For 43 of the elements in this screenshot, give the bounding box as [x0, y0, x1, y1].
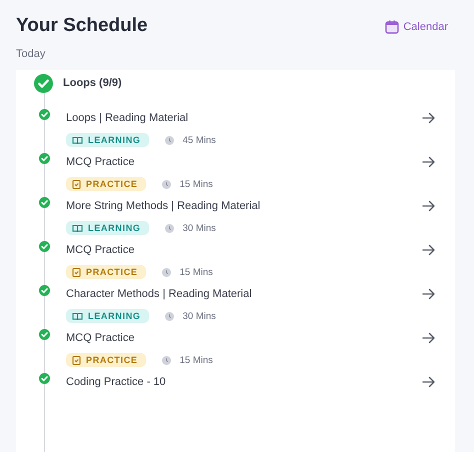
arrow-right-icon[interactable] — [422, 244, 436, 256]
item-title[interactable]: Loops | Reading Material — [66, 112, 188, 124]
clipboard-icon — [72, 179, 81, 189]
clock-icon — [164, 312, 174, 320]
category-tag: PRACTICE — [66, 353, 146, 367]
arrow-right-icon[interactable] — [422, 112, 436, 124]
clipboard-icon — [72, 267, 81, 277]
duration-text: 30 Mins — [182, 310, 216, 322]
calendar-link[interactable]: Calendar — [385, 20, 448, 34]
duration-text: 15 Mins — [180, 178, 213, 190]
group-title: Loops (9/9) — [63, 77, 122, 89]
item-title[interactable]: Character Methods | Reading Material — [66, 288, 252, 300]
arrow-right-icon[interactable] — [422, 288, 436, 300]
book-icon — [72, 312, 83, 320]
arrow-right-icon[interactable] — [422, 332, 436, 344]
item-title[interactable]: Coding Practice - 10 — [66, 376, 166, 388]
duration-text: 15 Mins — [180, 354, 213, 366]
clock-icon — [162, 268, 171, 276]
duration-text: 45 Mins — [182, 134, 216, 146]
category-tag: LEARNING — [66, 309, 149, 323]
clock-icon — [162, 180, 171, 188]
item-title[interactable]: More String Methods | Reading Material — [66, 200, 260, 212]
item-title[interactable]: MCQ Practice — [66, 156, 134, 168]
book-icon — [72, 136, 83, 144]
clipboard-icon — [72, 355, 81, 365]
arrow-right-icon[interactable] — [422, 156, 436, 168]
clock-icon — [164, 224, 174, 232]
category-tag: PRACTICE — [66, 265, 146, 279]
duration-text: 15 Mins — [180, 266, 213, 278]
arrow-right-icon[interactable] — [422, 200, 436, 212]
day-label: Today — [16, 48, 46, 60]
clock-icon — [164, 136, 174, 144]
clock-icon — [162, 356, 171, 364]
page-title: Your Schedule — [16, 15, 148, 37]
arrow-right-icon[interactable] — [422, 376, 436, 388]
item-title[interactable]: MCQ Practice — [66, 244, 134, 256]
item-title[interactable]: MCQ Practice — [66, 332, 134, 344]
category-tag: PRACTICE — [66, 177, 146, 191]
book-icon — [72, 224, 83, 232]
calendar-icon — [385, 20, 400, 34]
duration-text: 30 Mins — [182, 222, 216, 234]
category-tag: LEARNING — [66, 133, 149, 147]
category-tag: LEARNING — [66, 221, 149, 235]
